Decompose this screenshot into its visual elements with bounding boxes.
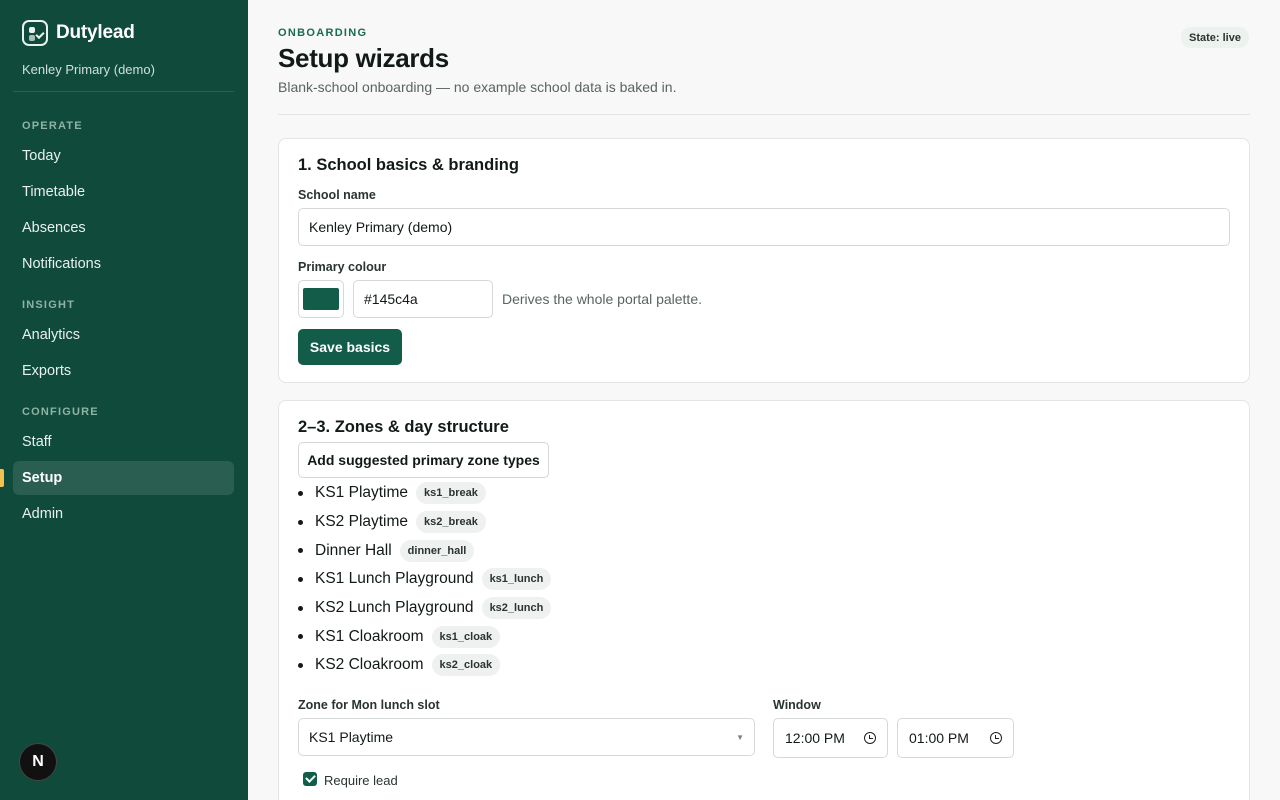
colour-hex-input[interactable]: #145c4a: [353, 280, 493, 318]
page-title: Setup wizards: [278, 43, 449, 73]
chevron-down-icon: ▼: [736, 732, 744, 742]
zone-name: KS2 Playtime: [315, 513, 409, 531]
zone-code-badge: ks1_break: [416, 482, 486, 505]
zone-code-badge: ks1_cloak: [431, 625, 501, 648]
zone-list: KS1 Playtime ks1_break KS2 Playtime ks2_br…: [298, 479, 552, 680]
school-name-label: School name: [298, 188, 376, 202]
zone-code-badge: dinner_hall: [399, 539, 475, 562]
window-end-value: 01:00 PM: [909, 730, 969, 746]
zone-name: KS2 Lunch Playground: [315, 599, 474, 617]
next-dev-badge[interactable]: N: [19, 743, 57, 781]
dutylead-logo-icon: [22, 20, 48, 46]
list-item: Dinner Hall dinner_hall: [298, 536, 551, 565]
window-end-input[interactable]: 01:00 PM: [897, 718, 1014, 758]
window-label: Window: [773, 698, 821, 712]
school-basics-card: 1. School basics & branding School name …: [278, 138, 1250, 383]
slot-zone-value: KS1 Playtime: [309, 729, 394, 745]
brand-name: Dutylead: [56, 22, 135, 43]
sidebar-item-timetable[interactable]: Timetable: [13, 175, 234, 209]
zones-card: 2–3. Zones & day structure Add suggested…: [278, 400, 1250, 800]
sidebar-item-setup[interactable]: Setup: [13, 461, 234, 495]
sidebar-item-analytics[interactable]: Analytics: [13, 318, 234, 352]
list-item: KS2 Cloakroom ks2_cloak: [298, 651, 551, 680]
nav-section-configure: CONFIGURE: [22, 406, 99, 418]
zone-code-badge: ks2_lunch: [481, 597, 552, 620]
sidebar-item-staff[interactable]: Staff: [13, 425, 234, 459]
active-nav-marker: [0, 469, 4, 487]
zone-name: KS1 Cloakroom: [315, 627, 424, 645]
school-name-input[interactable]: Kenley Primary (demo): [298, 208, 1230, 246]
list-item: KS2 Playtime ks2_break: [298, 508, 551, 537]
add-suggested-zones-button[interactable]: Add suggested primary zone types: [298, 442, 549, 478]
state-badge: State: live: [1181, 27, 1249, 48]
save-basics-button[interactable]: Save basics: [298, 329, 402, 365]
window-start-value: 12:00 PM: [785, 730, 845, 746]
zone-code-badge: ks2_cloak: [431, 654, 501, 677]
sidebar-item-today[interactable]: Today: [13, 139, 234, 173]
zone-code-badge: ks1_lunch: [481, 568, 552, 591]
sidebar-divider: [13, 91, 234, 92]
slot-zone-select[interactable]: KS1 Playtime ▼: [298, 718, 755, 756]
sidebar: Dutylead Kenley Primary (demo) OPERATE T…: [0, 0, 248, 800]
sidebar-school-name: Kenley Primary (demo): [22, 62, 155, 77]
school-basics-title: 1. School basics & branding: [298, 156, 519, 174]
brand[interactable]: Dutylead: [22, 20, 135, 46]
colour-hint: Derives the whole portal palette.: [502, 291, 702, 307]
colour-picker[interactable]: [298, 280, 344, 318]
list-item: KS2 Lunch Playground ks2_lunch: [298, 594, 552, 623]
sidebar-item-notifications[interactable]: Notifications: [13, 247, 234, 281]
zone-name: Dinner Hall: [315, 541, 392, 559]
sidebar-item-absences[interactable]: Absences: [13, 211, 234, 245]
list-item: KS1 Cloakroom ks1_cloak: [298, 622, 551, 651]
list-item: KS1 Playtime ks1_break: [298, 479, 551, 508]
slot-zone-label: Zone for Mon lunch slot: [298, 698, 440, 712]
list-item: KS1 Lunch Playground ks1_lunch: [298, 565, 552, 594]
zone-name: KS2 Cloakroom: [315, 656, 424, 674]
page-subtitle: Blank-school onboarding — no example sch…: [278, 79, 677, 95]
header-divider: [278, 114, 1250, 115]
clock-icon[interactable]: [990, 732, 1002, 744]
nav-section-insight: INSIGHT: [22, 299, 76, 311]
sidebar-item-exports[interactable]: Exports: [13, 354, 234, 388]
primary-colour-label: Primary colour: [298, 260, 387, 274]
page-eyebrow: ONBOARDING: [278, 27, 368, 39]
nav-section-operate: OPERATE: [22, 120, 83, 132]
window-start-input[interactable]: 12:00 PM: [773, 718, 888, 758]
clock-icon[interactable]: [864, 732, 876, 744]
zone-code-badge: ks2_break: [416, 511, 486, 534]
require-lead-checkbox[interactable]: [303, 772, 317, 786]
sidebar-item-admin[interactable]: Admin: [13, 497, 234, 531]
zone-name: KS1 Playtime: [315, 484, 409, 502]
zones-title: 2–3. Zones & day structure: [298, 418, 509, 436]
zone-name: KS1 Lunch Playground: [315, 570, 474, 588]
colour-swatch: [303, 288, 339, 310]
require-lead-label[interactable]: Require lead: [324, 773, 398, 788]
